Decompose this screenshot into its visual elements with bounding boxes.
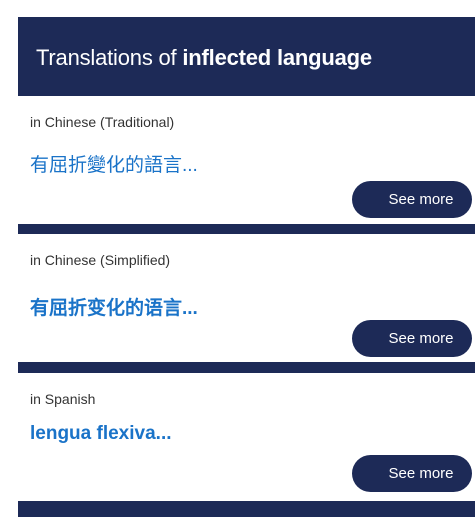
card-language-label: in Chinese (Simplified) <box>30 252 171 268</box>
translation-card-chinese-traditional: in Chinese (Traditional) 有屈折變化的語言... See… <box>18 96 475 224</box>
card-translation-link[interactable]: lengua flexiva... <box>30 423 172 445</box>
see-more-label: See more <box>388 191 454 208</box>
title-term: inflected language <box>182 45 372 70</box>
see-more-button[interactable]: See more <box>352 455 472 492</box>
card-translation-link[interactable]: 有屈折变化的语言... <box>30 293 198 320</box>
card-translation-link[interactable]: 有屈折變化的語言... <box>30 150 198 177</box>
translation-card-chinese-simplified: in Chinese (Simplified) 有屈折变化的语言... See … <box>18 234 475 362</box>
panel-title: Translations of inflected language <box>36 45 372 71</box>
see-more-label: See more <box>388 330 454 347</box>
card-language-label: in Chinese (Traditional) <box>30 114 175 130</box>
title-prefix: Translations of <box>36 45 183 70</box>
card-language-label: in Spanish <box>30 391 96 407</box>
translation-card-spanish: in Spanish lengua flexiva... See more <box>18 373 475 501</box>
see-more-button[interactable]: See more <box>352 181 472 218</box>
see-more-label: See more <box>388 465 454 482</box>
see-more-button[interactable]: See more <box>352 320 472 357</box>
